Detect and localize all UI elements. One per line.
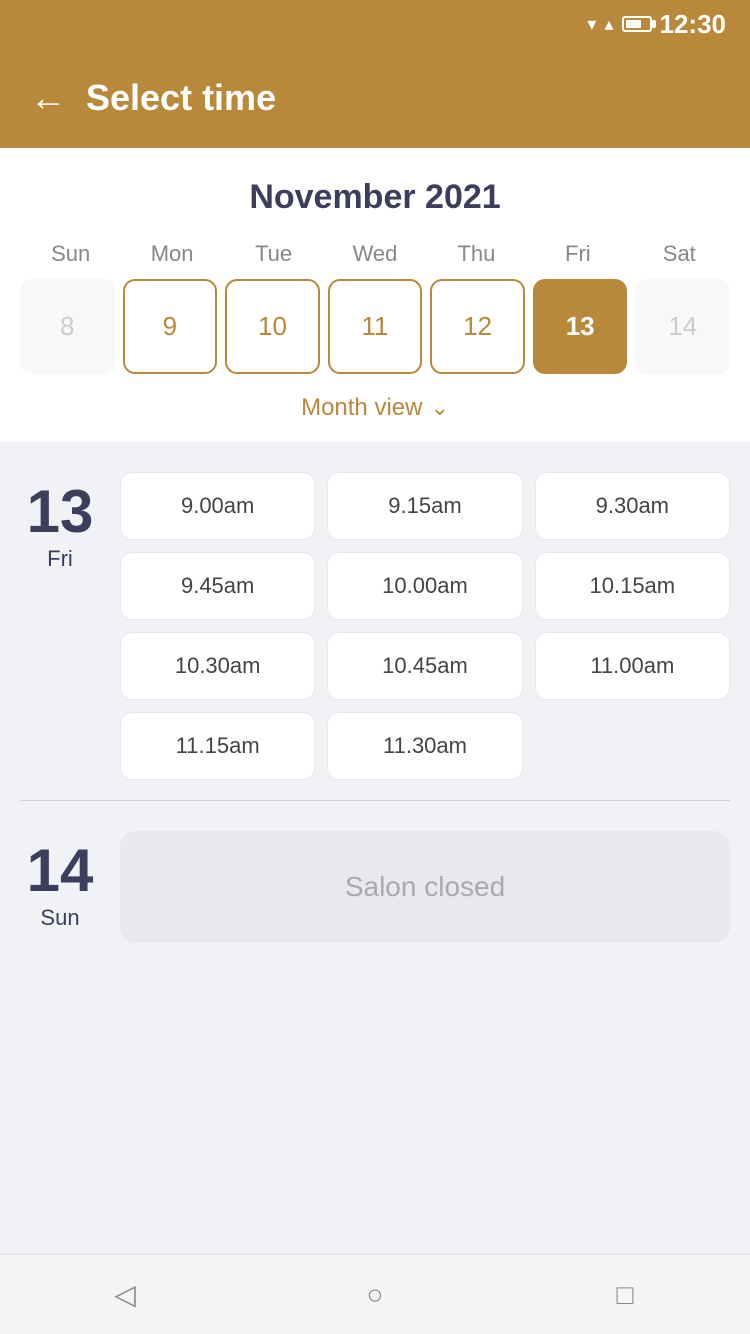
day-header-sat: Sat <box>629 241 730 267</box>
time-slot-1115am[interactable]: 11.15am <box>120 712 315 780</box>
status-bar: ▾ ▴ 12:30 <box>0 0 750 48</box>
time-slot-945am[interactable]: 9.45am <box>120 552 315 620</box>
day-header-sun: Sun <box>20 241 121 267</box>
calendar-section: November 2021 Sun Mon Tue Wed Thu Fri Sa… <box>0 148 750 442</box>
day-name-14: Sun <box>40 905 79 931</box>
day-block-14: 14 Sun Salon closed <box>20 831 730 943</box>
month-view-label: Month view <box>301 394 422 422</box>
nav-home-icon: ○ <box>367 1279 384 1311</box>
time-slot-900am[interactable]: 9.00am <box>120 472 315 540</box>
nav-back-button[interactable]: ◁ <box>100 1270 150 1320</box>
day-cell-12[interactable]: 12 <box>430 279 525 374</box>
day-label-14: 14 Sun <box>20 831 100 943</box>
day-number-14: 14 <box>27 841 94 901</box>
time-slot-1100am[interactable]: 11.00am <box>535 632 730 700</box>
day-block-13: 13 Fri 9.00am 9.15am 9.30am 9.45am 10.00… <box>20 472 730 780</box>
time-slot-1000am[interactable]: 10.00am <box>327 552 522 620</box>
day-cell-8[interactable]: 8 <box>20 279 115 374</box>
time-slot-1045am[interactable]: 10.45am <box>327 632 522 700</box>
month-year-label: November 2021 <box>20 178 730 217</box>
day-header-mon: Mon <box>121 241 222 267</box>
day-headers: Sun Mon Tue Wed Thu Fri Sat <box>20 241 730 267</box>
day-label-13: 13 Fri <box>20 472 100 780</box>
week-row: 8 9 10 11 12 13 14 <box>20 279 730 374</box>
time-slot-915am[interactable]: 9.15am <box>327 472 522 540</box>
day-header-wed: Wed <box>324 241 425 267</box>
day-cell-14[interactable]: 14 <box>635 279 730 374</box>
day-cell-11[interactable]: 11 <box>328 279 423 374</box>
bottom-nav: ◁ ○ □ <box>0 1254 750 1334</box>
day-cell-10[interactable]: 10 <box>225 279 320 374</box>
time-slot-1015am[interactable]: 10.15am <box>535 552 730 620</box>
month-view-toggle[interactable]: Month view ⌄ <box>20 394 730 422</box>
day-number-13: 13 <box>27 482 94 542</box>
back-button[interactable]: ← <box>30 80 66 116</box>
day-divider <box>20 800 730 801</box>
day-cell-9[interactable]: 9 <box>123 279 218 374</box>
app-header: ← Select time <box>0 48 750 148</box>
time-section: 13 Fri 9.00am 9.15am 9.30am 9.45am 10.00… <box>0 442 750 973</box>
time-slot-1030am[interactable]: 10.30am <box>120 632 315 700</box>
time-grid-13: 9.00am 9.15am 9.30am 9.45am 10.00am 10.1… <box>120 472 730 780</box>
time-slot-1130am[interactable]: 11.30am <box>327 712 522 780</box>
status-icons: ▾ ▴ 12:30 <box>587 9 726 40</box>
nav-back-icon: ◁ <box>114 1278 136 1311</box>
salon-closed-label: Salon closed <box>345 871 505 903</box>
salon-closed-box: Salon closed <box>120 831 730 943</box>
day-name-13: Fri <box>47 546 73 572</box>
status-time: 12:30 <box>660 9 727 40</box>
nav-recent-icon: □ <box>617 1279 634 1311</box>
day-header-fri: Fri <box>527 241 628 267</box>
time-slot-930am[interactable]: 9.30am <box>535 472 730 540</box>
wifi-icon: ▾ <box>587 14 596 35</box>
nav-recent-button[interactable]: □ <box>600 1270 650 1320</box>
battery-icon <box>622 16 652 32</box>
chevron-down-icon: ⌄ <box>430 395 448 421</box>
signal-icon: ▴ <box>604 14 613 35</box>
day-header-thu: Thu <box>426 241 527 267</box>
day-cell-13[interactable]: 13 <box>533 279 628 374</box>
day-header-tue: Tue <box>223 241 324 267</box>
page-title: Select time <box>86 77 276 119</box>
nav-home-button[interactable]: ○ <box>350 1270 400 1320</box>
